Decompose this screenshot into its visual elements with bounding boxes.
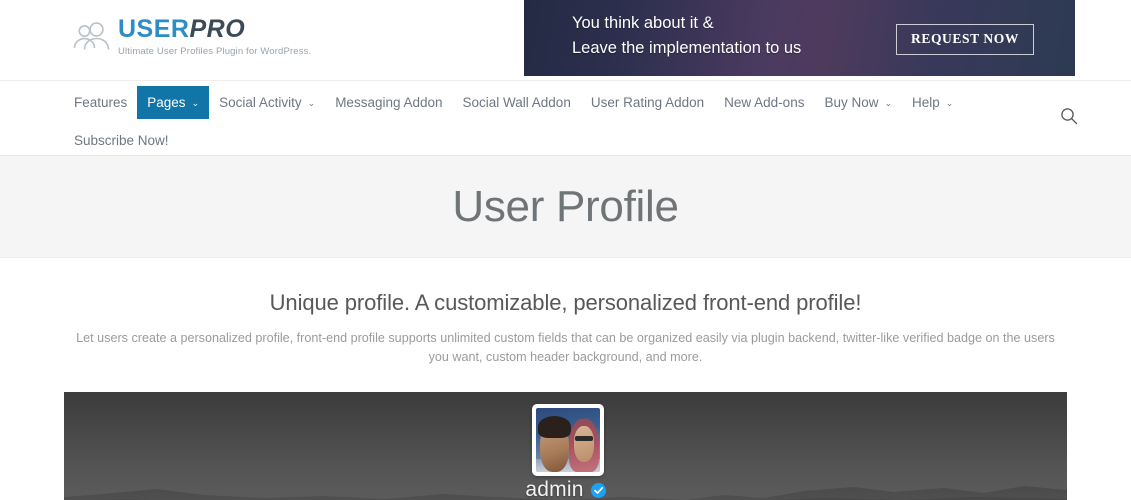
page-title: User Profile: [452, 182, 678, 232]
nav-item-user-rating-addon[interactable]: User Rating Addon: [581, 86, 714, 119]
verified-badge-icon: [591, 483, 606, 498]
nav-label: Social Activity: [219, 95, 302, 110]
chevron-down-icon: ⌄: [884, 99, 892, 108]
request-now-button[interactable]: REQUEST NOW: [896, 24, 1034, 55]
avatar-face-right: [574, 426, 594, 462]
promo-line-1: You think about it &: [572, 11, 801, 36]
nav-item-new-add-ons[interactable]: New Add-ons: [714, 86, 814, 119]
chevron-down-icon: ⌄: [946, 99, 954, 108]
logo-tagline: Ultimate User Profiles Plugin for WordPr…: [118, 46, 311, 57]
intro-section: Unique profile. A customizable, personal…: [0, 258, 1131, 366]
logo-word-pro: PRO: [189, 15, 245, 43]
chevron-down-icon: ⌄: [192, 99, 200, 108]
search-icon[interactable]: [1059, 106, 1079, 126]
logo-wordmark: USERPRO: [118, 14, 311, 44]
nav-label: Subscribe Now!: [74, 133, 169, 148]
avatar-image: [536, 408, 600, 472]
profile-username: admin: [525, 478, 583, 500]
nav-label: Pages: [147, 95, 185, 110]
page-title-band: User Profile: [0, 156, 1131, 258]
promo-line-2: Leave the implementation to us: [572, 36, 801, 61]
nav-label: User Rating Addon: [591, 95, 704, 110]
nav-item-subscribe-now[interactable]: Subscribe Now!: [64, 124, 179, 157]
profile-username-row: admin: [64, 478, 1067, 500]
chevron-down-icon: ⌄: [308, 99, 316, 108]
nav-item-pages[interactable]: Pages ⌄: [137, 86, 209, 119]
nav-item-social-wall-addon[interactable]: Social Wall Addon: [453, 86, 581, 119]
intro-heading: Unique profile. A customizable, personal…: [0, 290, 1131, 316]
avatar-glasses: [575, 436, 593, 440]
site-header: USERPRO Ultimate User Profiles Plugin fo…: [0, 0, 1131, 81]
nav-item-social-activity[interactable]: Social Activity ⌄: [209, 86, 325, 119]
nav-label: Messaging Addon: [335, 95, 442, 110]
nav-item-features[interactable]: Features: [64, 86, 137, 119]
nav-label: Features: [74, 95, 127, 110]
promo-banner[interactable]: You think about it & Leave the implement…: [524, 0, 1075, 76]
promo-banner-text: You think about it & Leave the implement…: [572, 11, 801, 61]
main-navigation: Features Pages ⌄ Social Activity ⌄ Messagi…: [0, 81, 1131, 156]
avatar-hair-left: [538, 416, 571, 438]
intro-description: Let users create a personalized profile,…: [66, 329, 1066, 366]
nav-item-messaging-addon[interactable]: Messaging Addon: [325, 86, 452, 119]
nav-list: Features Pages ⌄ Social Activity ⌄ Messagi…: [64, 81, 984, 157]
nav-label: New Add-ons: [724, 95, 804, 110]
avatar[interactable]: [532, 404, 604, 476]
two-users-icon: [72, 22, 110, 56]
nav-label: Buy Now: [824, 95, 878, 110]
site-logo[interactable]: USERPRO Ultimate User Profiles Plugin fo…: [72, 14, 311, 57]
nav-label: Help: [912, 95, 940, 110]
profile-cover-card: admin: [64, 392, 1067, 500]
nav-item-help[interactable]: Help ⌄: [902, 86, 963, 119]
logo-word-user: USER: [118, 15, 189, 43]
nav-item-buy-now[interactable]: Buy Now ⌄: [814, 86, 902, 119]
nav-label: Social Wall Addon: [463, 95, 571, 110]
